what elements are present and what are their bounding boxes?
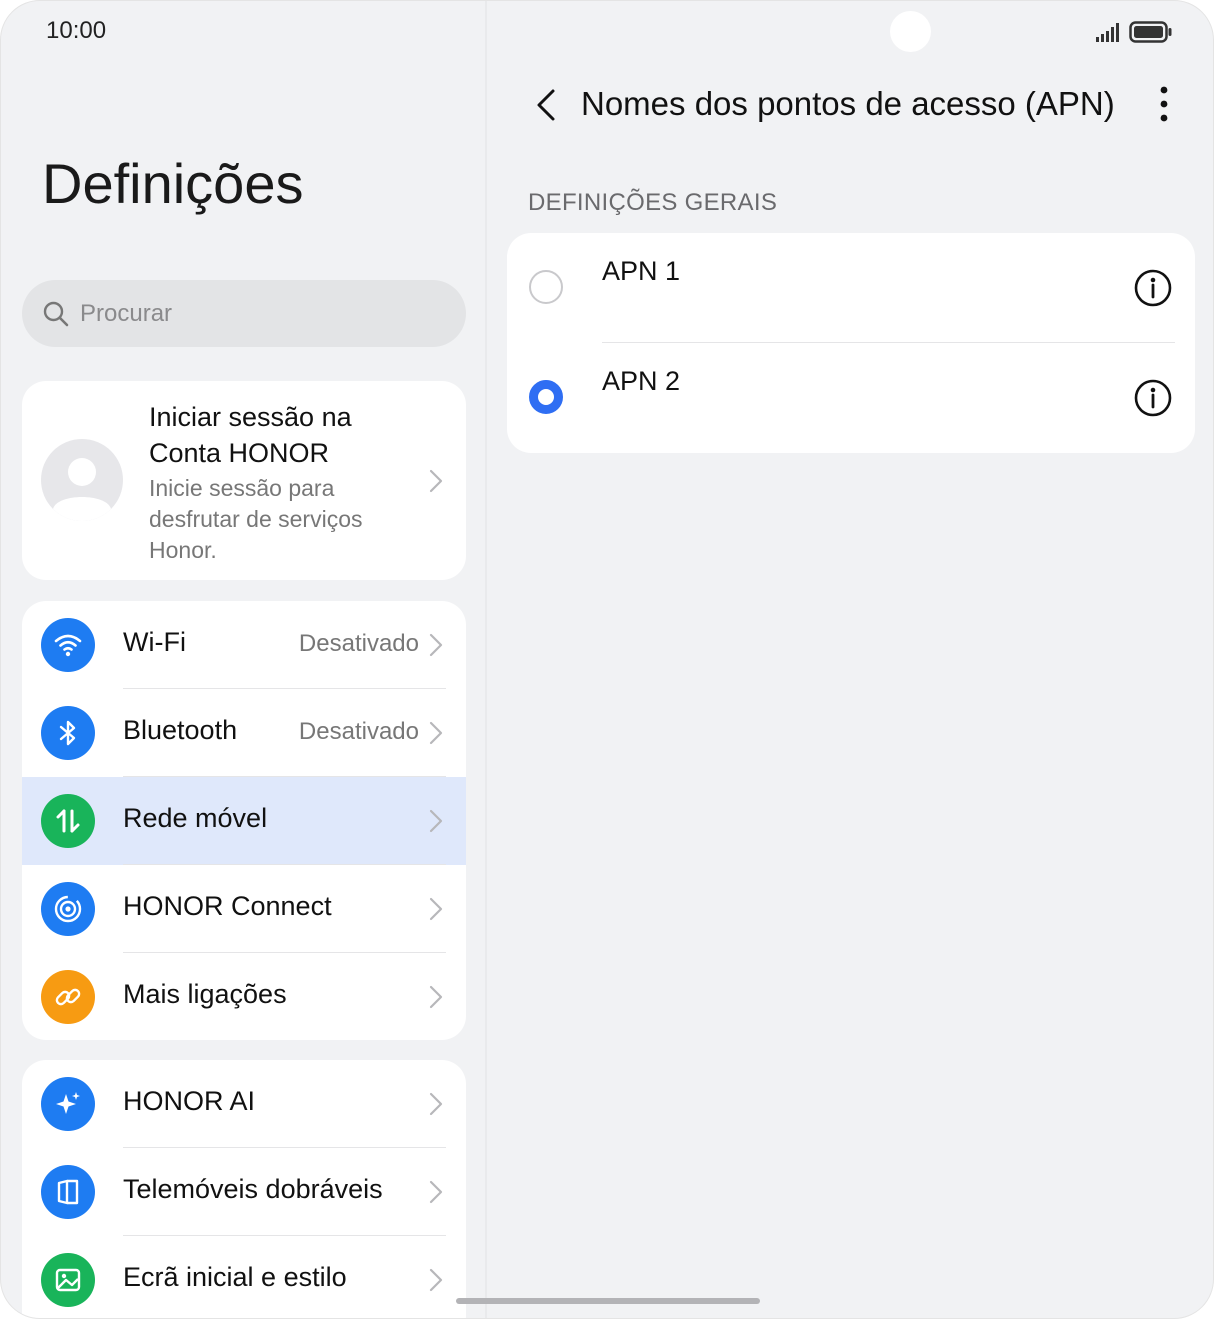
chevron-right-icon xyxy=(429,809,443,833)
foldable-icon xyxy=(41,1165,95,1219)
back-arrow-icon[interactable] xyxy=(533,87,561,123)
settings-item-home-screen-style[interactable]: Ecrã inicial e estilo xyxy=(22,1236,466,1318)
chevron-right-icon xyxy=(429,633,443,657)
account-title: Iniciar sessão na Conta HONOR xyxy=(149,402,352,468)
device-screen: 10:00 Definições Inicia xyxy=(0,0,1214,1319)
search-icon xyxy=(43,301,69,326)
home-indicator[interactable] xyxy=(456,1298,760,1304)
user-icon xyxy=(53,458,111,521)
status-icons xyxy=(1095,19,1173,45)
status-time: 10:00 xyxy=(46,17,107,44)
settings-item-label: HONOR Connect xyxy=(123,891,332,921)
apn-name: APN 2 xyxy=(602,366,681,396)
settings-item-honor-connect[interactable]: HONOR Connect xyxy=(22,865,466,953)
image-icon xyxy=(41,1253,95,1307)
settings-item-label: Bluetooth xyxy=(123,715,238,745)
chevron-right-icon xyxy=(429,469,443,493)
settings-item-label: Rede móvel xyxy=(123,803,268,833)
settings-item-label: HONOR AI xyxy=(123,1086,256,1116)
settings-item-label: Mais ligações xyxy=(123,979,287,1009)
apn-list: APN 1 APN 2 xyxy=(507,233,1195,453)
settings-item-wifi[interactable]: Wi-Fi Desativado xyxy=(22,601,466,689)
bluetooth-icon xyxy=(41,706,95,760)
settings-item-value: Desativado xyxy=(298,718,419,745)
link-icon xyxy=(41,970,95,1024)
settings-item-more-connections[interactable]: Mais ligações xyxy=(22,953,466,1040)
settings-item-foldable-phones[interactable]: Telemóveis dobráveis xyxy=(22,1148,466,1236)
chevron-right-icon xyxy=(429,1268,443,1292)
section-header: DEFINIÇÕES GERAIS xyxy=(528,189,778,216)
search-input[interactable] xyxy=(78,298,422,329)
account-card[interactable]: Iniciar sessão na Conta HONOR Inicie ses… xyxy=(22,381,466,580)
settings-item-value: Desativado xyxy=(298,630,419,657)
settings-item-label: Wi-Fi xyxy=(123,627,186,657)
apn-item-2[interactable]: APN 2 xyxy=(507,343,1195,453)
radio-button-unselected[interactable] xyxy=(529,270,563,304)
wifi-icon xyxy=(41,618,95,672)
radio-button-selected[interactable] xyxy=(529,380,563,414)
signal-icon xyxy=(1096,23,1119,42)
settings-item-mobile-network[interactable]: Rede móvel xyxy=(22,777,466,865)
more-options-icon[interactable] xyxy=(1151,85,1177,125)
settings-item-label: Telemóveis dobráveis xyxy=(123,1174,383,1204)
account-subtitle: Inicie sessão para desfrutar de serviços… xyxy=(149,475,363,563)
honor-connect-icon xyxy=(41,882,95,936)
battery-icon xyxy=(1129,21,1172,43)
chevron-right-icon xyxy=(429,1092,443,1116)
front-camera xyxy=(890,11,931,52)
connectivity-group: Wi-Fi Desativado Bluetooth Desativado Re… xyxy=(22,601,466,1040)
info-icon[interactable] xyxy=(1133,268,1173,308)
settings-item-label: Ecrã inicial e estilo xyxy=(123,1262,347,1292)
pane-divider xyxy=(485,1,487,1318)
chevron-right-icon xyxy=(429,721,443,745)
info-icon[interactable] xyxy=(1133,378,1173,418)
honor-ai-icon xyxy=(41,1077,95,1131)
search-bar[interactable] xyxy=(22,280,466,347)
settings-item-honor-ai[interactable]: HONOR AI xyxy=(22,1060,466,1148)
chevron-right-icon xyxy=(429,1180,443,1204)
apn-name: APN 1 xyxy=(602,256,681,286)
mobile-data-icon xyxy=(41,794,95,848)
apn-page-title: Nomes dos pontos de acesso (APN) xyxy=(581,85,1115,122)
page-title: Definições xyxy=(42,152,304,215)
apn-item-1[interactable]: APN 1 xyxy=(507,233,1195,343)
system-group: HONOR AI Telemóveis dobráveis Ecrã inici… xyxy=(22,1060,466,1318)
avatar xyxy=(41,439,123,521)
settings-item-bluetooth[interactable]: Bluetooth Desativado xyxy=(22,689,466,777)
chevron-right-icon xyxy=(429,897,443,921)
chevron-right-icon xyxy=(429,985,443,1009)
